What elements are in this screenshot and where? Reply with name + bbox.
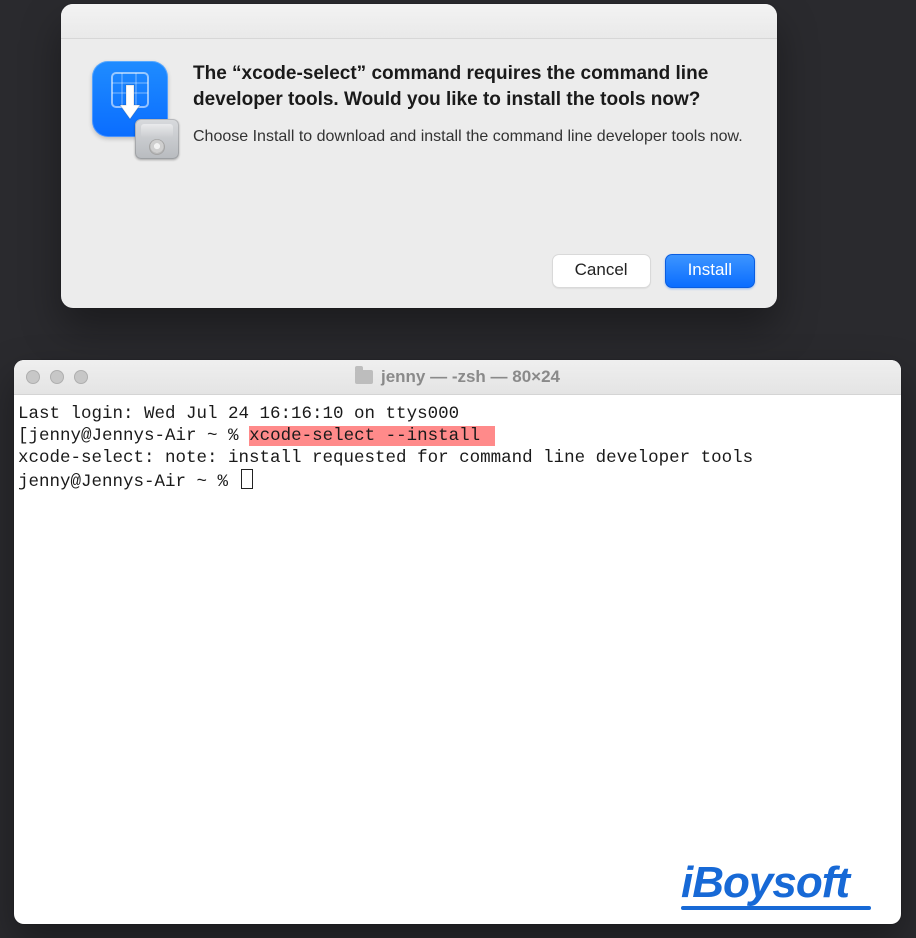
terminal-titlebar[interactable]: jenny — -zsh — 80×24 [14, 360, 901, 395]
terminal-cursor [241, 469, 253, 489]
terminal-title: jenny — -zsh — 80×24 [381, 367, 560, 387]
xcode-install-dialog: The “xcode-select” command requires the … [61, 4, 777, 308]
close-icon[interactable] [26, 370, 40, 384]
terminal-output[interactable]: Last login: Wed Jul 24 16:16:10 on ttys0… [14, 395, 901, 493]
minimize-icon[interactable] [50, 370, 64, 384]
watermark-logo: iBoysoft [681, 858, 871, 910]
cancel-button[interactable]: Cancel [552, 254, 651, 288]
prompt-1: jenny@Jennys-Air ~ % [29, 426, 250, 446]
dialog-titlebar[interactable] [61, 4, 777, 39]
dialog-heading: The “xcode-select” command requires the … [193, 61, 751, 112]
install-disk-icon [135, 119, 179, 159]
terminal-window: jenny — -zsh — 80×24 Last login: Wed Jul… [14, 360, 901, 924]
zoom-icon[interactable] [74, 370, 88, 384]
dialog-subtext: Choose Install to download and install t… [193, 126, 751, 148]
prompt-2: jenny@Jennys-Air ~ % [18, 472, 239, 492]
bracket-open: [ [18, 426, 29, 446]
install-button[interactable]: Install [665, 254, 755, 288]
folder-icon [355, 370, 373, 384]
window-controls[interactable] [14, 370, 88, 384]
line-note: xcode-select: note: install requested fo… [18, 448, 753, 468]
line-last-login: Last login: Wed Jul 24 16:16:10 on ttys0… [18, 404, 459, 424]
dialog-icon [87, 61, 173, 149]
highlighted-command: xcode-select --install [249, 426, 495, 446]
